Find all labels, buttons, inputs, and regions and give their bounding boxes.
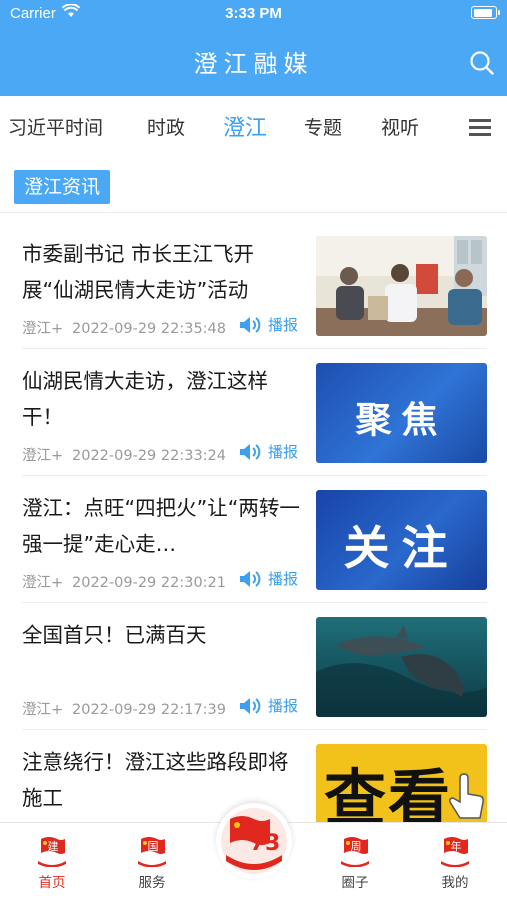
tabbar-services[interactable]: 国 服务	[117, 833, 187, 891]
circle-icon: 周	[338, 833, 372, 868]
article-item[interactable]: 市委副书记 市长王江飞开展“仙湖民情大走访”活动 澄江+ 2022-09-29 2…	[0, 236, 507, 362]
tabbar-badge-text: 建	[48, 839, 59, 853]
article-meta: 澄江+ 2022-09-29 22:33:24	[22, 444, 226, 465]
tabbar-circle[interactable]: 周 圈子	[320, 833, 390, 891]
thumbnail-text: 查看	[324, 762, 453, 822]
article-source: 澄江+	[22, 448, 64, 464]
tabbar-badge-text: 年	[451, 839, 462, 853]
divider	[0, 212, 507, 213]
article-title: 仙湖民情大走访，澄江这样干！	[22, 369, 268, 429]
article-thumbnail: 聚焦	[316, 363, 487, 463]
anniversary-center-button[interactable]: 73	[216, 803, 292, 879]
meeting-photo	[316, 236, 487, 336]
article-thumbnail: 查看	[316, 744, 487, 822]
tab-topics[interactable]: 专题	[304, 113, 342, 140]
battery-icon	[471, 6, 500, 19]
tabbar-label: 我的	[441, 875, 469, 891]
speaker-icon	[240, 316, 261, 333]
home-icon: 建	[35, 833, 69, 868]
clock: 3:33 PM	[225, 5, 282, 22]
article-title: 全国首只！已满百天	[22, 623, 207, 647]
mine-icon: 年	[438, 833, 472, 868]
broadcast-button[interactable]: 播报	[238, 314, 298, 335]
article-thumbnail	[316, 617, 487, 717]
article-source: 澄江+	[22, 702, 64, 718]
article-time: 2022-09-29 22:33:24	[72, 448, 226, 464]
tabbar-mine[interactable]: 年 我的	[420, 833, 490, 891]
tabbar-badge-text: 国	[148, 840, 159, 853]
services-icon: 国	[135, 833, 169, 868]
thumbnail-text: 聚焦	[355, 400, 448, 441]
section-badge: 澄江资讯	[14, 170, 111, 204]
article-meta: 澄江+ 2022-09-29 22:30:21	[22, 571, 226, 592]
article-time: 2022-09-29 22:35:48	[72, 321, 226, 337]
hand-pointer-icon	[449, 773, 484, 819]
article-item[interactable]: 仙湖民情大走访，澄江这样干！ 澄江+ 2022-09-29 22:33:24 播报…	[0, 363, 507, 489]
speaker-icon	[240, 443, 261, 460]
divider	[22, 602, 487, 603]
article-source: 澄江+	[22, 575, 64, 591]
tab-xi-time[interactable]: 习近平时间	[8, 113, 103, 140]
article-title: 澄江：点旺“四把火”让“两转一强一提”走心走…	[22, 496, 300, 556]
article-meta: 澄江+ 2022-09-29 22:35:48	[22, 317, 226, 338]
speaker-icon	[240, 570, 261, 587]
app-header: 澄江融媒	[0, 28, 507, 96]
speaker-icon	[240, 697, 261, 714]
broadcast-button[interactable]: 播报	[238, 568, 298, 589]
anniversary-73-icon: 73	[221, 808, 287, 874]
thumbnail-text: 关注	[343, 521, 460, 575]
tab-politics[interactable]: 时政	[147, 113, 185, 140]
broadcast-label: 播报	[268, 443, 299, 461]
article-thumbnail	[316, 236, 487, 336]
article-item[interactable]: 澄江：点旺“四把火”让“两转一强一提”走心走… 澄江+ 2022-09-29 22…	[0, 490, 507, 616]
broadcast-button[interactable]: 播报	[238, 441, 298, 462]
divider	[22, 729, 487, 730]
tabbar-label: 服务	[138, 875, 166, 891]
divider	[22, 475, 487, 476]
channel-tabs: 习近平时间 时政 澄江 专题 视听	[0, 96, 507, 158]
article-meta: 澄江+ 2022-09-29 22:17:39	[22, 698, 226, 719]
article-thumbnail: 关注	[316, 490, 487, 590]
divider	[22, 348, 487, 349]
tabbar-badge-text: 周	[351, 840, 362, 853]
app-title: 澄江融媒	[193, 50, 314, 78]
anniversary-number: 73	[250, 831, 281, 856]
article-item[interactable]: 全国首只！已满百天 澄江+ 2022-09-29 22:17:39 播报	[0, 617, 507, 743]
bottom-tab-bar: 建 首页 国 服务 73 周 圈子 年 我的	[0, 803, 507, 901]
tabbar-label: 圈子	[341, 875, 369, 891]
broadcast-label: 播报	[268, 316, 299, 334]
tabs-overflow-fade	[437, 104, 463, 148]
tabbar-home[interactable]: 建 首页	[17, 833, 87, 891]
tab-chengjiang[interactable]: 澄江	[223, 110, 267, 142]
dolphin-photo	[316, 617, 487, 717]
tab-audio-video[interactable]: 视听	[381, 113, 419, 140]
broadcast-button[interactable]: 播报	[238, 695, 298, 716]
article-time: 2022-09-29 22:30:21	[72, 575, 226, 591]
tabbar-label: 首页	[38, 875, 66, 891]
menu-icon[interactable]	[463, 112, 497, 142]
article-source: 澄江+	[22, 321, 64, 337]
status-bar: Carrier 3:33 PM	[0, 0, 507, 28]
search-icon[interactable]	[469, 50, 495, 76]
broadcast-label: 播报	[268, 697, 299, 715]
article-title: 市委副书记 市长王江飞开展“仙湖民情大走访”活动	[22, 242, 255, 302]
article-time: 2022-09-29 22:17:39	[72, 702, 226, 718]
broadcast-label: 播报	[268, 570, 299, 588]
